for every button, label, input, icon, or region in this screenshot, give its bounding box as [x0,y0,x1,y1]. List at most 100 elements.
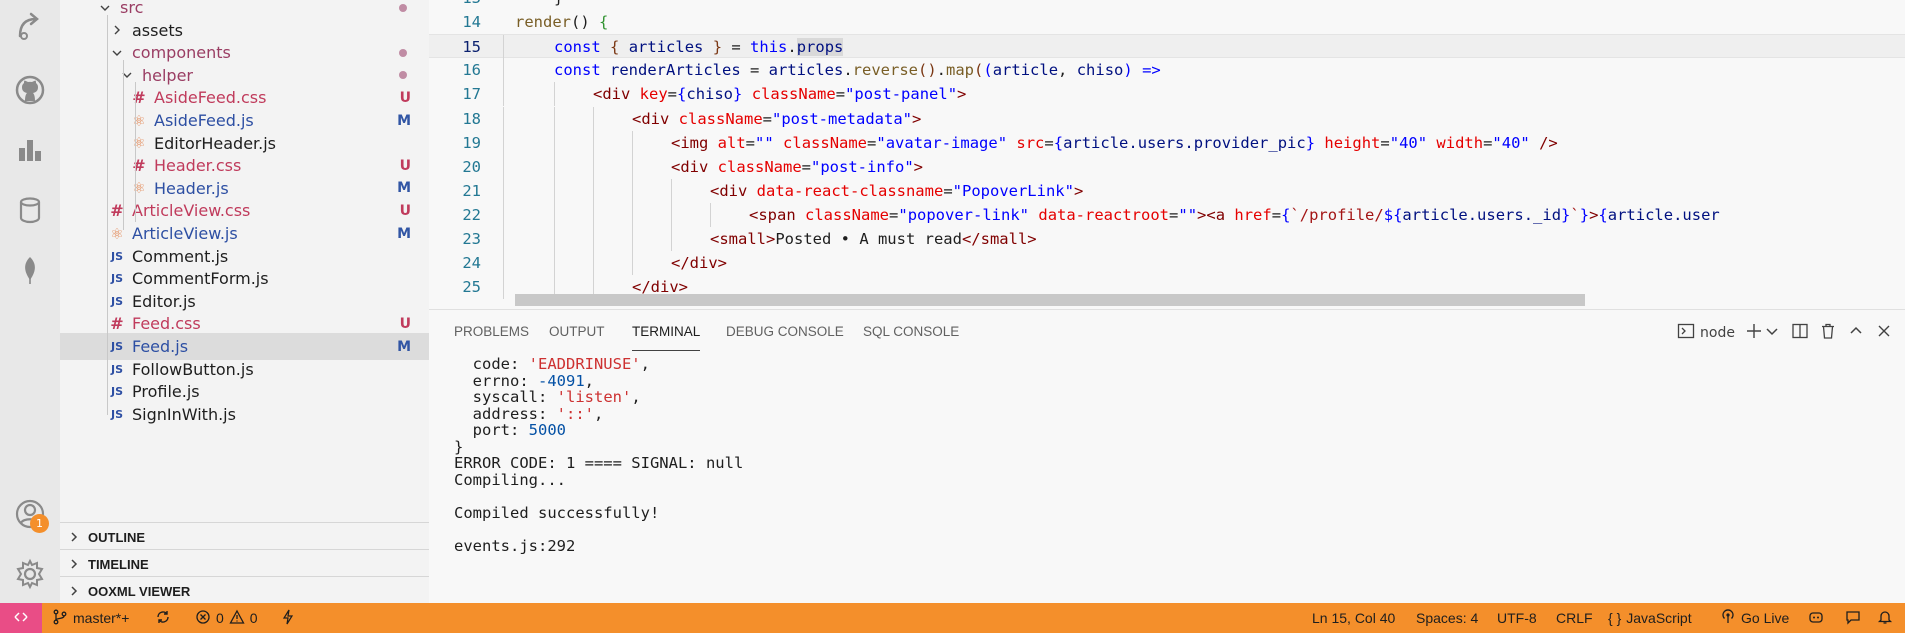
chevron-right-icon[interactable] [110,23,124,37]
code-line[interactable]: 23 <small>Posted • A must read</small> [429,227,1905,251]
section-outline[interactable]: OUTLINE [60,522,429,551]
go-live-button[interactable]: Go Live [1720,603,1789,633]
tab-sql-console[interactable]: SQL CONSOLE [863,324,959,354]
code-token: className [678,109,763,128]
code-text: </div> [671,251,1905,275]
copilot-button[interactable] [1808,603,1824,633]
indent-guide [503,154,504,179]
code-token: = [1271,205,1282,224]
line-number: 25 [462,278,481,297]
terminal-token: , [593,404,604,423]
kill-terminal-button[interactable] [1819,322,1837,344]
settings-gear-icon[interactable] [12,556,48,592]
git-status-badge: M [397,112,411,129]
close-icon [1875,322,1893,344]
terminal-selector[interactable]: node [1677,322,1735,344]
horizontal-scrollbar[interactable] [515,294,1585,306]
code-token: } [554,0,563,7]
language-mode[interactable]: { } JavaScript [1608,603,1692,633]
terminal-token: , [631,388,641,406]
code-line[interactable]: 13} [429,0,1905,10]
section-timeline[interactable]: TIMELINE [60,549,429,578]
database-icon[interactable] [12,192,48,228]
indent-guide [503,251,504,276]
error-count: 0 [216,610,224,626]
tab-output[interactable]: OUTPUT [549,324,605,354]
code-line[interactable]: 22 <span className="popover-link" data-re… [429,202,1905,227]
code-token: href [1234,205,1272,224]
tab-problems[interactable]: PROBLEMS [454,324,529,354]
code-line[interactable]: 15 const { articles } = this.props [429,34,1905,60]
section-ooxml-viewer[interactable]: OOXML VIEWER [60,576,429,605]
remote-indicator-button[interactable] [0,603,42,633]
feedback-button[interactable] [1845,603,1861,633]
chevron-down-icon[interactable] [98,1,112,15]
git-branch-item[interactable]: master*+ [52,603,129,633]
code-line[interactable]: 18 <div className="post-metadata"> [429,106,1905,131]
file-label: Header.css [154,156,242,176]
code-line[interactable]: 21 <div data-react-classname="PopoverLink… [429,178,1905,203]
analytics-icon[interactable] [12,132,48,168]
code-token: > [912,109,922,128]
split-terminal-button[interactable] [1791,322,1809,344]
js-file-icon: JS [110,249,123,263]
code-token: className [805,205,890,224]
code-line[interactable]: 20 <div className="post-info"> [429,154,1905,179]
indent-guide [671,227,672,251]
code-token: = [740,61,769,80]
tab-terminal[interactable]: TERMINAL [632,324,701,351]
github-icon[interactable] [12,72,48,108]
mongodb-leaf-icon[interactable] [12,252,48,288]
code-editor[interactable]: 13}14render() {15const { articles } = th… [429,0,1905,309]
line-number: 23 [462,230,481,248]
indent-guide [593,227,594,251]
file-label: CommentForm.js [132,269,269,289]
code-token: = [1044,133,1054,152]
end-of-line[interactable]: CRLF [1556,603,1593,633]
code-line[interactable]: 19 <img alt="" className="avatar-image" s… [429,130,1905,155]
code-token: this [750,38,788,57]
code-text: <div className="post-info"> [671,155,1905,179]
js-file-icon: JS [110,340,123,353]
sync-button[interactable] [155,603,171,633]
line-number: 14 [462,13,481,32]
remote-explorer-icon[interactable] [12,8,48,44]
language-braces-icon: { } [1608,610,1622,626]
tab-debug-console[interactable]: DEBUG CONSOLE [726,324,844,354]
modified-dot-icon [399,71,407,80]
code-token: "popover-link" [898,205,1030,224]
code-line[interactable]: 24 </div> [429,251,1905,276]
code-line[interactable]: 14 render() { [429,10,1905,34]
file-encoding[interactable]: UTF-8 [1497,603,1537,633]
chevron-down-icon[interactable] [110,46,124,60]
code-token: renderArticles [610,61,741,80]
notifications-button[interactable] [1877,603,1893,633]
lightning-button[interactable] [280,603,296,633]
code-token: = [1380,133,1390,152]
tree-item-signinwith-js[interactable]: JS SignInWith.js [60,401,429,428]
new-terminal-button[interactable] [1745,322,1781,344]
chevron-down-icon[interactable] [1763,322,1781,344]
cursor-position[interactable]: Ln 15, Col 40 [1312,603,1395,633]
error-icon [195,609,211,628]
code-token: } [1561,205,1571,224]
indent-guide [554,202,555,227]
line-number: 24 [462,254,481,273]
code-token: "avatar-image" [876,133,1008,152]
section-label: OOXML VIEWER [88,583,191,599]
warning-icon [229,609,245,628]
indentation-spaces[interactable]: Spaces: 4 [1416,603,1478,633]
problems-indicator[interactable]: 0 0 [195,603,258,633]
code-line[interactable]: 17 <div key={chiso} className="post-panel… [429,82,1905,107]
maximize-panel-button[interactable] [1847,322,1865,344]
code-line[interactable]: 16 const renderArticles = articles.revers… [429,58,1905,83]
close-panel-button[interactable] [1875,322,1893,344]
indent-guide [593,106,594,131]
code-token: } [1305,133,1316,152]
